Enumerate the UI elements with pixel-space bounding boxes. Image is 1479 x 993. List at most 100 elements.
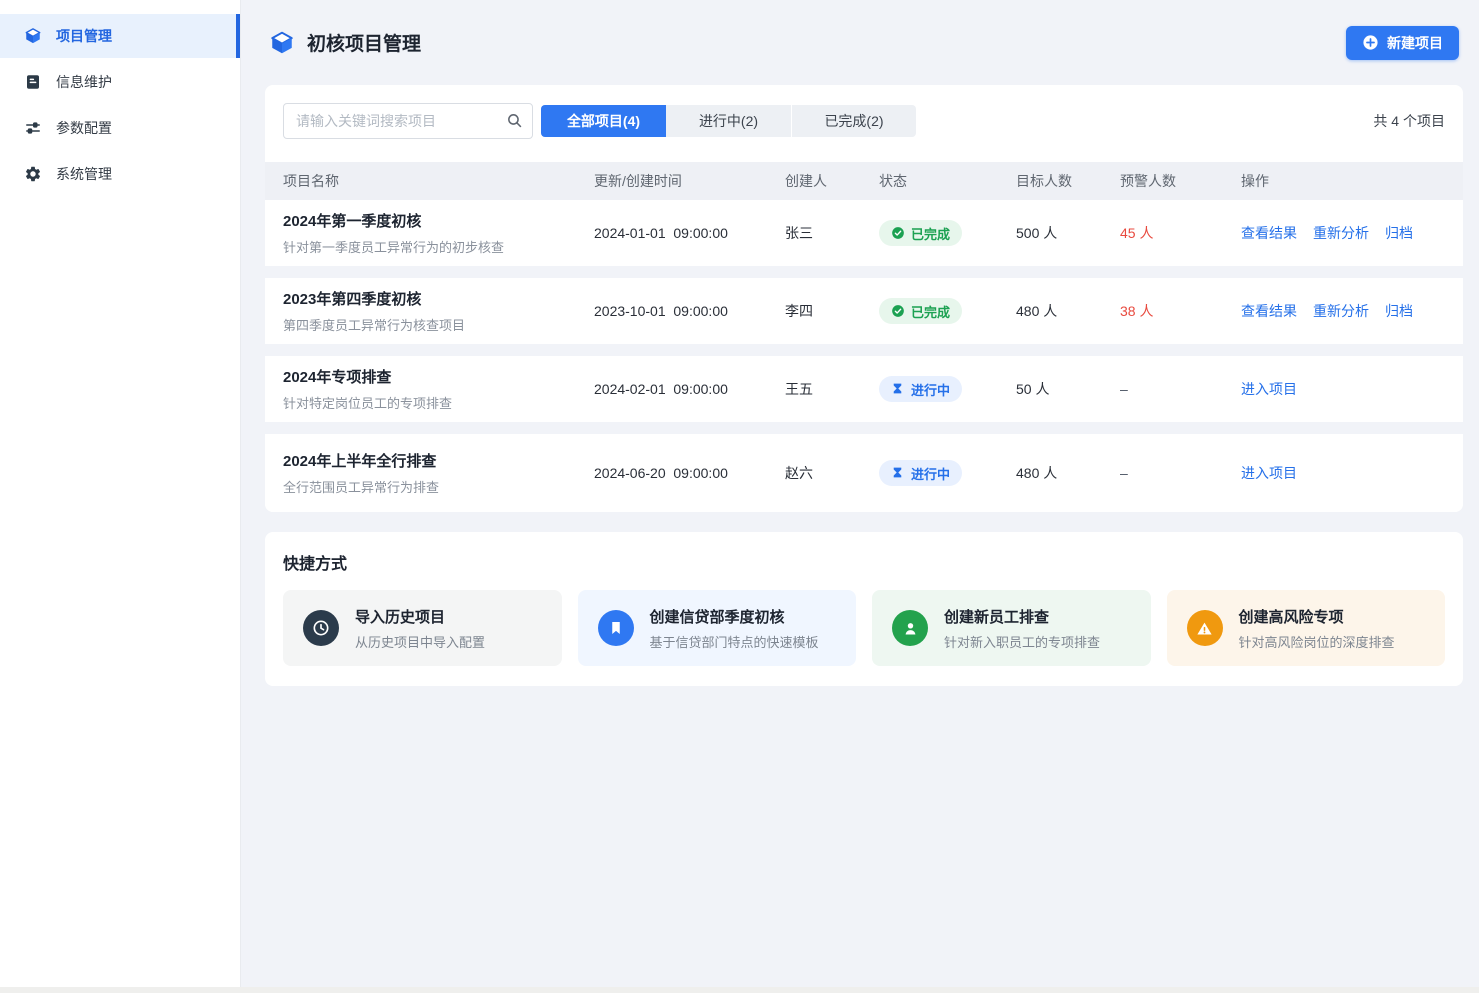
project-creator: 王五 [785, 379, 879, 399]
sidebar-item-label: 项目管理 [56, 26, 112, 46]
hourglass-icon [891, 466, 905, 480]
shortcut-create-credit-review[interactable]: 创建信贷部季度初核 基于信贷部门特点的快速模板 [578, 590, 857, 666]
table-header: 项目名称 更新/创建时间 创建人 状态 目标人数 预警人数 操作 [265, 162, 1463, 200]
project-creator: 张三 [785, 223, 879, 243]
project-time: 2024-02-01 09:00:00 [594, 381, 785, 397]
target-count: 480 人 [1016, 463, 1120, 483]
sidebar: 项目管理 信息维护 参数配置 系统管理 [0, 0, 241, 987]
main-content: 初核项目管理 新建项目 全部项目(4) [241, 0, 1479, 987]
status-badge: 已完成 [879, 220, 962, 246]
shortcut-title: 创建新员工排查 [944, 606, 1100, 627]
hourglass-icon [891, 382, 905, 396]
reanalyze-link[interactable]: 重新分析 [1313, 301, 1369, 321]
sidebar-item-parameter-config[interactable]: 参数配置 [0, 106, 240, 150]
status-badge: 已完成 [879, 298, 962, 324]
col-warning-count: 预警人数 [1120, 171, 1241, 191]
enter-project-link[interactable]: 进入项目 [1241, 379, 1297, 399]
gear-icon [24, 165, 42, 183]
total-count: 共 4 个项目 [1373, 111, 1445, 131]
warning-count: 45 人 [1120, 223, 1241, 243]
project-description: 针对特定岗位员工的专项排查 [283, 393, 594, 412]
shortcut-title: 创建信贷部季度初核 [650, 606, 819, 627]
view-results-link[interactable]: 查看结果 [1241, 301, 1297, 321]
project-name: 2024年第一季度初核 [283, 210, 594, 231]
archive-link[interactable]: 归档 [1385, 223, 1413, 243]
shortcut-import-history[interactable]: 导入历史项目 从历史项目中导入配置 [283, 590, 562, 666]
sidebar-item-info-maintenance[interactable]: 信息维护 [0, 60, 240, 104]
warning-count: – [1120, 381, 1241, 397]
status-badge: 进行中 [879, 376, 962, 402]
shortcut-title: 导入历史项目 [355, 606, 485, 627]
warning-count: 38 人 [1120, 301, 1241, 321]
cube-icon [269, 30, 295, 56]
document-icon [24, 73, 42, 91]
search-input[interactable] [283, 103, 533, 139]
archive-link[interactable]: 归档 [1385, 301, 1413, 321]
tab-all-projects[interactable]: 全部项目(4) [541, 105, 666, 137]
shortcut-desc: 从历史项目中导入配置 [355, 632, 485, 651]
page-title: 初核项目管理 [307, 29, 421, 56]
shortcuts-card: 快捷方式 导入历史项目 从历史项目中导入配置 创建 [265, 532, 1463, 686]
col-project-name: 项目名称 [283, 171, 594, 191]
shortcut-desc: 针对高风险岗位的深度排查 [1239, 632, 1395, 651]
app-root: 项目管理 信息维护 参数配置 系统管理 [0, 0, 1479, 987]
search-icon[interactable] [506, 112, 523, 129]
project-name: 2024年上半年全行排查 [283, 450, 594, 471]
project-time: 2024-01-01 09:00:00 [594, 225, 785, 241]
target-count: 480 人 [1016, 301, 1120, 321]
sidebar-item-project-management[interactable]: 项目管理 [0, 14, 240, 58]
project-time: 2023-10-01 09:00:00 [594, 303, 785, 319]
clock-icon [303, 610, 339, 646]
filter-tabs: 全部项目(4) 进行中(2) 已完成(2) [541, 105, 916, 137]
list-toolbar: 全部项目(4) 进行中(2) 已完成(2) 共 4 个项目 [265, 103, 1463, 139]
shortcut-desc: 针对新入职员工的专项排查 [944, 632, 1100, 651]
project-list-card: 全部项目(4) 进行中(2) 已完成(2) 共 4 个项目 项目名称 更新/创建… [265, 85, 1463, 512]
plus-circle-icon [1362, 34, 1379, 51]
shortcut-title: 创建高风险专项 [1239, 606, 1395, 627]
col-update-time: 更新/创建时间 [594, 171, 785, 191]
col-creator: 创建人 [785, 171, 879, 191]
view-results-link[interactable]: 查看结果 [1241, 223, 1297, 243]
page-header: 初核项目管理 新建项目 [241, 0, 1479, 85]
project-name: 2024年专项排查 [283, 366, 594, 387]
check-circle-icon [891, 304, 905, 318]
project-time: 2024-06-20 09:00:00 [594, 465, 785, 481]
new-project-button[interactable]: 新建项目 [1346, 26, 1459, 60]
project-description: 第四季度员工异常行为核查项目 [283, 315, 594, 334]
table-row: 2024年上半年全行排查 全行范围员工异常行为排查 2024-06-20 09:… [265, 434, 1463, 512]
tab-completed[interactable]: 已完成(2) [791, 105, 916, 137]
target-count: 50 人 [1016, 379, 1120, 399]
reanalyze-link[interactable]: 重新分析 [1313, 223, 1369, 243]
table-row: 2024年专项排查 针对特定岗位员工的专项排查 2024-02-01 09:00… [265, 356, 1463, 434]
sliders-icon [24, 119, 42, 137]
user-icon [892, 610, 928, 646]
tab-in-progress[interactable]: 进行中(2) [666, 105, 791, 137]
shortcut-desc: 基于信贷部门特点的快速模板 [650, 632, 819, 651]
col-target-count: 目标人数 [1016, 171, 1120, 191]
project-name: 2023年第四季度初核 [283, 288, 594, 309]
target-count: 500 人 [1016, 223, 1120, 243]
cube-icon [24, 27, 42, 45]
col-status: 状态 [879, 171, 1016, 191]
table-row: 2024年第一季度初核 针对第一季度员工异常行为的初步核查 2024-01-01… [265, 200, 1463, 278]
project-description: 全行范围员工异常行为排查 [283, 477, 594, 496]
sidebar-item-label: 信息维护 [56, 72, 112, 92]
shortcut-create-newstaff-check[interactable]: 创建新员工排查 针对新入职员工的专项排查 [872, 590, 1151, 666]
status-badge: 进行中 [879, 460, 962, 486]
warning-triangle-icon [1187, 610, 1223, 646]
bookmark-icon [598, 610, 634, 646]
project-creator: 赵六 [785, 463, 879, 483]
table-row: 2023年第四季度初核 第四季度员工异常行为核查项目 2023-10-01 09… [265, 278, 1463, 356]
sidebar-item-system-management[interactable]: 系统管理 [0, 152, 240, 196]
sidebar-item-label: 参数配置 [56, 118, 112, 138]
sidebar-item-label: 系统管理 [56, 164, 112, 184]
search-box [283, 103, 533, 139]
project-creator: 李四 [785, 301, 879, 321]
col-actions: 操作 [1241, 171, 1445, 191]
shortcuts-title: 快捷方式 [283, 550, 1445, 574]
shortcut-create-highrisk-special[interactable]: 创建高风险专项 针对高风险岗位的深度排查 [1167, 590, 1446, 666]
warning-count: – [1120, 465, 1241, 481]
enter-project-link[interactable]: 进入项目 [1241, 463, 1297, 483]
check-circle-icon [891, 226, 905, 240]
project-description: 针对第一季度员工异常行为的初步核查 [283, 237, 594, 256]
